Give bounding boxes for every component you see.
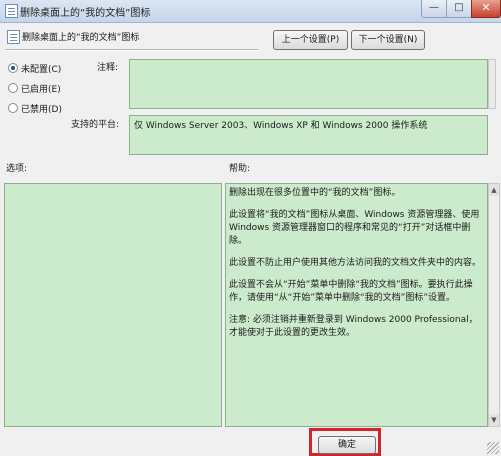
platform-label: 支持的平台:	[71, 120, 120, 130]
maximize-button[interactable]: □	[446, 0, 472, 18]
comment-scrollbar[interactable]	[488, 59, 496, 109]
help-pane: 删除出现在很多位置中的“我的文档”图标。 此设置将“我的文档”图标从桌面、Win…	[225, 183, 488, 427]
setting-icon	[7, 30, 20, 44]
radio-not-configured[interactable]: 未配置(C)	[8, 62, 61, 75]
radio-label: 已启用(E)	[21, 85, 61, 95]
ok-button[interactable]: 确定	[318, 436, 376, 454]
help-paragraph: 此设置将“我的文档”图标从桌面、Windows 资源管理器、使用 Windows…	[229, 210, 480, 246]
radio-button[interactable]	[8, 103, 18, 113]
help-paragraph: 此设置不防止用户使用其他方法访问我的文档文件夹中的内容。	[229, 258, 482, 268]
next-setting-button[interactable]: 下一个设置(N)	[351, 30, 425, 50]
setting-name: 删除桌面上的“我的文档”图标	[22, 33, 140, 43]
help-paragraph: 注意: 必须注销并重新登录到 Windows 2000 Professional…	[229, 315, 478, 338]
previous-setting-button[interactable]: 上一个设置(P)	[273, 30, 348, 50]
resize-grip[interactable]	[487, 442, 499, 454]
radio-button[interactable]	[8, 83, 18, 93]
radio-enabled[interactable]: 已启用(E)	[8, 82, 61, 95]
help-scrollbar[interactable]: ▲ ▼	[488, 183, 500, 427]
help-paragraph: 此设置不会从“开始”菜单中删除“我的文档”图标。要执行此操作，请使用“从“开始”…	[229, 280, 473, 303]
comment-textarea[interactable]	[129, 59, 488, 109]
scroll-down-icon[interactable]: ▼	[489, 414, 499, 426]
options-pane	[4, 183, 222, 427]
policy-document-icon	[5, 4, 18, 18]
close-button[interactable]: ✕	[471, 0, 501, 18]
scroll-up-icon[interactable]: ▲	[489, 184, 499, 196]
window-title: 删除桌面上的“我的文档”图标	[20, 8, 151, 19]
help-paragraph: 删除出现在很多位置中的“我的文档”图标。	[229, 188, 401, 198]
platform-field: 仅 Windows Server 2003、Windows XP 和 Windo…	[129, 115, 488, 155]
radio-label: 已禁用(D)	[21, 105, 62, 115]
help-label: 帮助:	[229, 164, 251, 174]
header-divider	[5, 49, 258, 51]
comment-label: 注释:	[97, 63, 119, 73]
radio-disabled[interactable]: 已禁用(D)	[8, 102, 62, 115]
options-label: 选项:	[6, 164, 28, 174]
radio-label: 未配置(C)	[21, 65, 62, 75]
radio-button-checked[interactable]	[8, 63, 18, 73]
minimize-button[interactable]: —	[421, 0, 447, 18]
